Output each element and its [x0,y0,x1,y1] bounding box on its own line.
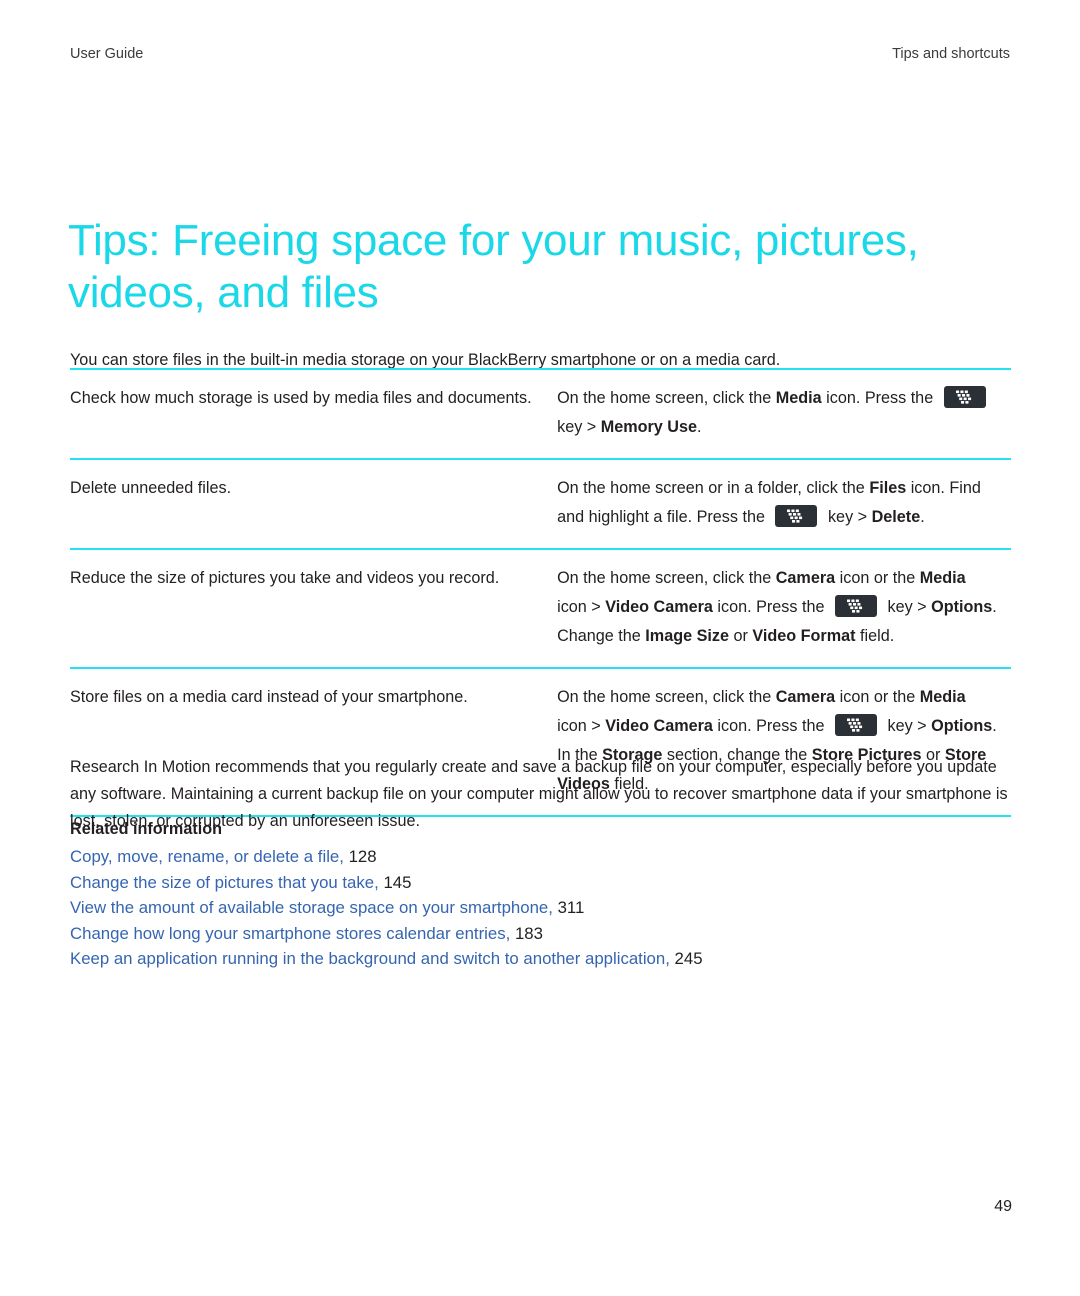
related-link-page-number: 145 [378,872,412,892]
related-link-label[interactable]: View the amount of available storage spa… [70,898,553,917]
blackberry-menu-key-icon [835,595,877,617]
page-title: Tips: Freeing space for your music, pict… [68,216,919,318]
related-link[interactable]: View the amount of available storage spa… [70,895,1012,921]
header-section-title: Tips and shortcuts [892,46,1010,62]
related-link-page-number: 311 [552,898,585,918]
step-line: and highlight a file. Press the key > De… [557,503,1011,532]
emphasis-text: Options [931,717,993,735]
blackberry-menu-key-icon [835,714,877,736]
tips-table: Check how much storage is used by media … [70,368,1011,817]
emphasis-text: Video Camera [605,717,713,735]
related-link[interactable]: Change the size of pictures that you tak… [70,870,1012,896]
step-line: On the home screen, click the Media icon… [557,384,1011,413]
task-text: Check how much storage is used by media … [70,389,532,407]
related-link[interactable]: Keep an application running in the backg… [70,946,1012,972]
page-number: 49 [994,1198,1012,1215]
task-cell: Delete unneeded files. [70,458,558,549]
related-link-page-number: 128 [343,847,377,866]
task-text: Store files on a media card instead of y… [70,688,468,706]
related-link[interactable]: Change how long your smartphone stores c… [70,921,1012,947]
emphasis-text: Memory Use [600,418,697,436]
running-header: User Guide Tips and shortcuts [70,46,1010,62]
related-link[interactable]: Copy, move, rename, or delete a file, 12… [70,844,1012,870]
step-line: icon > Video Camera icon. Press the key … [557,712,1011,741]
step-line: On the home screen, click the Camera ico… [557,688,966,706]
related-link-label[interactable]: Change how long your smartphone stores c… [70,924,510,943]
table-row: Check how much storage is used by media … [70,368,1011,459]
related-link-page-number: 245 [669,949,703,969]
emphasis-text: Options [931,598,993,616]
emphasis-text: Image Size [645,627,729,645]
steps-cell: On the home screen, click the Media icon… [557,368,1011,459]
blackberry-menu-key-icon [775,505,818,527]
task-cell: Reduce the size of pictures you take and… [70,548,558,668]
document-page: User Guide Tips and shortcuts Tips: Free… [0,0,1080,1296]
emphasis-text: Media [775,389,822,407]
table-row: Reduce the size of pictures you take and… [70,548,1011,668]
step-line: On the home screen, click the Camera ico… [557,569,966,587]
related-information-section: Related information Copy, move, rename, … [70,816,1012,972]
emphasis-text: Files [869,479,907,497]
steps-cell: On the home screen, click the Camera ico… [557,548,1011,668]
steps-cell: On the home screen or in a folder, click… [557,458,1011,549]
related-link-label[interactable]: Copy, move, rename, or delete a file, [70,847,344,866]
emphasis-text: Delete [871,508,921,526]
emphasis-text: Camera [775,688,836,706]
task-text: Reduce the size of pictures you take and… [70,569,500,587]
related-information-heading: Related information [70,820,222,838]
header-document-title: User Guide [70,46,144,62]
emphasis-text: Video Camera [605,598,713,616]
related-link-page-number: 183 [510,923,543,943]
related-link-label[interactable]: Change the size of pictures that you tak… [70,873,379,892]
blackberry-menu-key-icon [943,386,986,408]
emphasis-text: Media [919,569,966,587]
step-line: icon > Video Camera icon. Press the key … [557,593,1011,622]
step-line: key > Memory Use. [557,418,702,436]
task-text: Delete unneeded files. [70,479,232,497]
emphasis-text: Video Format [752,627,856,645]
emphasis-text: Media [919,688,966,706]
table-row: Delete unneeded files. On the home screen… [70,458,1011,549]
related-links-list: Copy, move, rename, or delete a file, 12… [70,844,1012,972]
emphasis-text: Camera [775,569,836,587]
step-line: Change the Image Size or Video Format fi… [557,627,895,645]
step-line: On the home screen or in a folder, click… [557,479,981,497]
task-cell: Check how much storage is used by media … [70,368,558,459]
related-link-label[interactable]: Keep an application running in the backg… [70,949,670,968]
tips-table-body: Check how much storage is used by media … [70,368,1011,817]
